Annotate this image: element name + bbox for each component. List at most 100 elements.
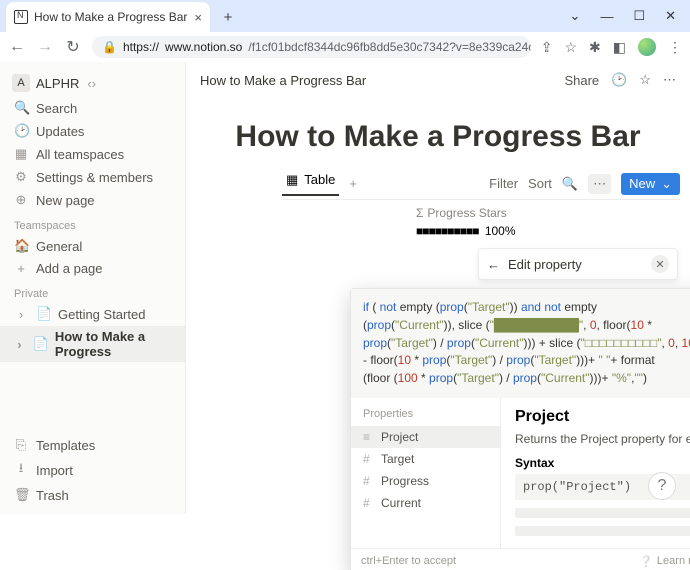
- tab-close-icon[interactable]: ×: [194, 10, 202, 25]
- search-db-icon[interactable]: 🔍: [562, 176, 578, 192]
- minimize-icon[interactable]: —: [600, 8, 613, 24]
- sidebar-new-page[interactable]: ⊕New page: [0, 189, 185, 211]
- formula-editor-popup: if ( not empty (prop("Target")) and not …: [350, 288, 690, 570]
- clock-icon: 🕑: [14, 123, 28, 139]
- lock-icon: 🔒: [102, 40, 117, 54]
- chevron-icon: ‹›: [87, 76, 96, 91]
- filter-button[interactable]: Filter: [489, 176, 518, 191]
- bookmark-icon[interactable]: ☆: [564, 39, 577, 56]
- url-path: /f1cf01bdcf8344dc96fb8dd5e30c7342?v=8e33…: [248, 40, 530, 54]
- sidebar-label: Getting Started: [58, 307, 145, 322]
- sidebar-label: Trash: [36, 488, 69, 503]
- browser-tab[interactable]: How to Make a Progress Bar ×: [6, 2, 210, 32]
- extensions-icon[interactable]: ✱: [589, 39, 601, 56]
- chevron-right-icon: ›: [14, 307, 28, 322]
- learn-more-link[interactable]: ❔Learn more about formulas: [639, 555, 690, 568]
- workspace-switcher[interactable]: A ALPHR ‹›: [0, 70, 185, 96]
- sidebar-current-page[interactable]: ›📄How to Make a Progress: [0, 326, 185, 362]
- sidebar: A ALPHR ‹› 🔍Search 🕑Updates ▦All teamspa…: [0, 62, 186, 514]
- gear-icon: ⚙: [14, 169, 28, 185]
- new-entry-button[interactable]: New⌄: [621, 173, 680, 195]
- tab-bar: How to Make a Progress Bar × + ⌄ — ☐ ✕: [0, 0, 690, 32]
- accept-hint: ctrl+Enter to accept: [361, 555, 456, 568]
- chevron-down-icon[interactable]: ⌄: [570, 8, 581, 24]
- sidebar-label: Add a page: [36, 261, 103, 276]
- sort-button[interactable]: Sort: [528, 176, 552, 191]
- sidebar-teamspaces[interactable]: ▦All teamspaces: [0, 143, 185, 165]
- home-icon: 🏠: [14, 238, 28, 254]
- sidebar-label: All teamspaces: [36, 147, 124, 162]
- profile-avatar[interactable]: [638, 38, 656, 56]
- maximize-icon[interactable]: ☐: [633, 8, 645, 24]
- sidebar-label: Settings & members: [36, 170, 153, 185]
- sidebar-import[interactable]: ⭳Import: [0, 456, 185, 484]
- side-panel-icon[interactable]: ◧: [613, 39, 626, 56]
- new-label: New: [629, 176, 655, 191]
- trash-icon: 🗑: [14, 487, 28, 503]
- page-icon: 📄: [36, 306, 50, 322]
- property-item-project[interactable]: ≡Project: [351, 426, 500, 448]
- detail-description: Returns the Project property for each en…: [515, 432, 690, 446]
- hash-icon: #: [363, 452, 373, 466]
- breadcrumb[interactable]: How to Make a Progress Bar: [200, 73, 564, 88]
- view-tab-label: Table: [304, 172, 335, 187]
- sidebar-trash[interactable]: 🗑 Trash: [0, 484, 185, 506]
- property-item-current[interactable]: #Current: [351, 492, 500, 514]
- share-page-icon[interactable]: ⇪: [541, 39, 553, 56]
- view-bar: ▦ Table + Filter Sort 🔍 ⋯ New⌄: [282, 168, 680, 200]
- panel-title: Edit property: [508, 257, 582, 272]
- sidebar-updates[interactable]: 🕑Updates: [0, 120, 185, 142]
- property-label: Current: [381, 496, 421, 510]
- help-fab[interactable]: ?: [648, 472, 676, 500]
- back-button[interactable]: ←: [8, 38, 26, 56]
- url-field[interactable]: 🔒 https:// www.notion.so/f1cf01bdcf8344dc…: [92, 36, 531, 58]
- sidebar-templates[interactable]: ⎘Templates: [0, 434, 185, 456]
- page-title: How to Make a Progress Bar: [186, 120, 690, 154]
- share-button[interactable]: Share: [564, 73, 599, 88]
- table-header: ΣProgress Stars: [186, 200, 690, 224]
- forward-button[interactable]: →: [36, 38, 54, 56]
- workspace-name: ALPHR: [36, 76, 79, 91]
- new-tab-button[interactable]: +: [218, 7, 238, 27]
- table-row[interactable]: ■■■■■■■■■■ 100%: [186, 224, 690, 238]
- property-label: Progress: [381, 474, 429, 488]
- sidebar-settings[interactable]: ⚙ Settings & members: [0, 166, 185, 188]
- tab-title: How to Make a Progress Bar: [34, 10, 187, 24]
- sidebar-getting-started[interactable]: › 📄 Getting Started: [0, 303, 185, 325]
- sidebar-label: How to Make a Progress: [55, 329, 171, 359]
- sidebar-label: New page: [36, 193, 95, 208]
- view-options-button[interactable]: ⋯: [588, 174, 611, 194]
- property-item-progress[interactable]: #Progress: [351, 470, 500, 492]
- view-tab-table[interactable]: ▦ Table: [282, 172, 339, 196]
- close-panel-button[interactable]: ✕: [651, 255, 669, 273]
- chrome-menu-icon[interactable]: ⋮: [668, 39, 682, 56]
- column-header[interactable]: Progress Stars: [427, 206, 506, 220]
- star-icon[interactable]: ☆: [639, 72, 651, 88]
- plus-icon: +: [14, 261, 28, 276]
- page-icon: 📄: [33, 336, 47, 352]
- clock-icon[interactable]: 🕑: [611, 72, 627, 88]
- learn-more-label: Learn more about formulas: [657, 555, 690, 567]
- main-content: How to Make a Progress Bar Share 🕑 ☆ ⋯ H…: [186, 62, 690, 514]
- address-bar: ← → ↻ 🔒 https:// www.notion.so/f1cf01bdcf…: [0, 32, 690, 62]
- properties-list: Properties ≡Project #Target #Progress #C…: [351, 398, 501, 548]
- sidebar-section-teamspaces: Teamspaces: [0, 212, 185, 234]
- sidebar-add-page[interactable]: + Add a page: [0, 258, 185, 279]
- url-scheme: https://: [123, 40, 159, 54]
- workspace-initial: A: [12, 74, 30, 92]
- url-host: www.notion.so: [165, 40, 242, 54]
- add-view-button[interactable]: +: [349, 176, 357, 191]
- back-arrow-icon[interactable]: ←: [487, 257, 500, 272]
- edit-property-panel: ← Edit property ✕: [478, 248, 678, 280]
- skeleton-line: [515, 508, 690, 518]
- more-icon[interactable]: ⋯: [663, 72, 676, 88]
- sidebar-general[interactable]: 🏠General: [0, 235, 185, 257]
- window-controls: ⌄ — ☐ ✕: [570, 8, 690, 24]
- property-item-target[interactable]: #Target: [351, 448, 500, 470]
- reload-button[interactable]: ↻: [64, 37, 82, 57]
- close-window-icon[interactable]: ✕: [665, 8, 676, 24]
- sidebar-search[interactable]: 🔍Search: [0, 97, 185, 119]
- page-topbar: How to Make a Progress Bar Share 🕑 ☆ ⋯: [186, 62, 690, 98]
- properties-heading: Properties: [351, 406, 500, 426]
- formula-textarea[interactable]: if ( not empty (prop("Target")) and not …: [351, 289, 690, 398]
